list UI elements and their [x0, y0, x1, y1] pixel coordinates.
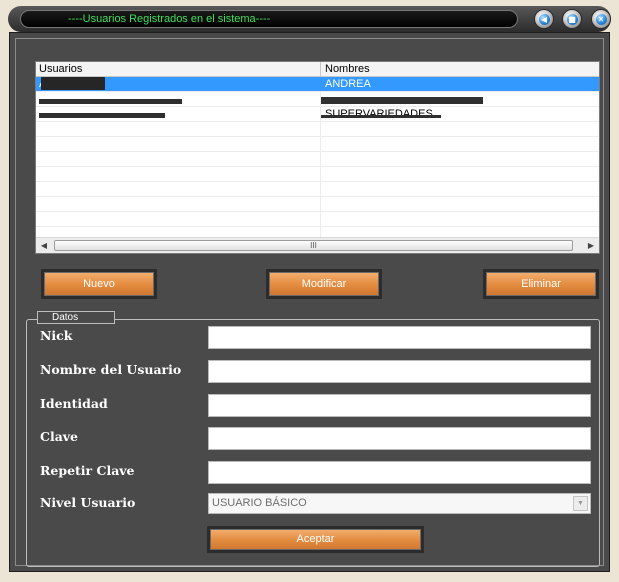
table-row[interactable] [36, 122, 599, 137]
nivel-usuario-value: USUARIO BÁSICO [212, 497, 307, 509]
close-button[interactable]: ✕ [591, 9, 611, 29]
column-header-nombres[interactable]: Nombres [325, 62, 370, 76]
nombre-cell: SUPERVARIEDADES [325, 108, 433, 120]
identidad-input[interactable] [208, 394, 591, 417]
maximize-icon: ■ [566, 13, 578, 25]
header-divider [320, 62, 321, 77]
table-row[interactable] [36, 137, 599, 152]
users-list-header: Usuarios Nombres [36, 62, 599, 77]
modificar-button[interactable]: Modificar [266, 269, 382, 299]
scroll-right-icon[interactable]: ▶ [583, 238, 599, 253]
nombre-cell: ANDREA [325, 78, 371, 90]
user-registry-window: ----Usuarios Registrados en el sistema--… [0, 0, 619, 582]
repetir-clave-input[interactable] [208, 461, 591, 484]
close-icon: ✕ [595, 13, 607, 25]
minimize-button[interactable]: ◀ [534, 9, 554, 29]
nick-label: Nick [40, 328, 73, 343]
column-header-usuarios[interactable]: Usuarios [39, 62, 82, 76]
datos-group-label: Datos [37, 311, 115, 324]
repetir-clave-label: Repetir Clave [40, 463, 135, 478]
redaction-bar [39, 113, 165, 118]
maximize-button[interactable]: ■ [562, 9, 582, 29]
table-row[interactable] [36, 197, 599, 212]
nombre-usuario-input[interactable] [208, 360, 591, 383]
redaction-bar [41, 77, 105, 90]
nuevo-button[interactable]: Nuevo [41, 269, 157, 299]
table-row[interactable]: ANDREAANDREA [36, 77, 599, 92]
identidad-label: Identidad [40, 396, 108, 411]
chevron-down-icon[interactable]: ▼ [573, 496, 588, 511]
horizontal-scrollbar[interactable]: ◀ III ▶ [36, 237, 599, 253]
scrollbar-thumb[interactable]: III [54, 240, 573, 251]
scroll-left-icon[interactable]: ◀ [36, 238, 52, 253]
table-row[interactable] [36, 152, 599, 167]
window-title: ----Usuarios Registrados en el sistema--… [68, 13, 271, 25]
clave-label: Clave [40, 429, 79, 444]
redaction-bar [321, 115, 441, 118]
nivel-usuario-select[interactable]: USUARIO BÁSICO ▼ [208, 493, 591, 514]
table-row[interactable] [36, 182, 599, 197]
nick-input[interactable] [208, 326, 591, 349]
aceptar-button[interactable]: Aceptar [207, 526, 424, 553]
nivel-usuario-label: Nivel Usuario [40, 495, 136, 510]
minimize-icon: ◀ [538, 13, 550, 25]
table-row[interactable] [36, 212, 599, 227]
eliminar-button[interactable]: Eliminar [483, 269, 599, 299]
clave-input[interactable] [208, 427, 591, 450]
redaction-bar [321, 97, 483, 104]
redaction-bar [39, 99, 182, 104]
users-list[interactable]: Usuarios Nombres ANDREAANDREA SUPERVARIED… [35, 61, 600, 254]
nombre-usuario-label: Nombre del Usuario [40, 362, 182, 377]
table-row[interactable] [36, 167, 599, 182]
